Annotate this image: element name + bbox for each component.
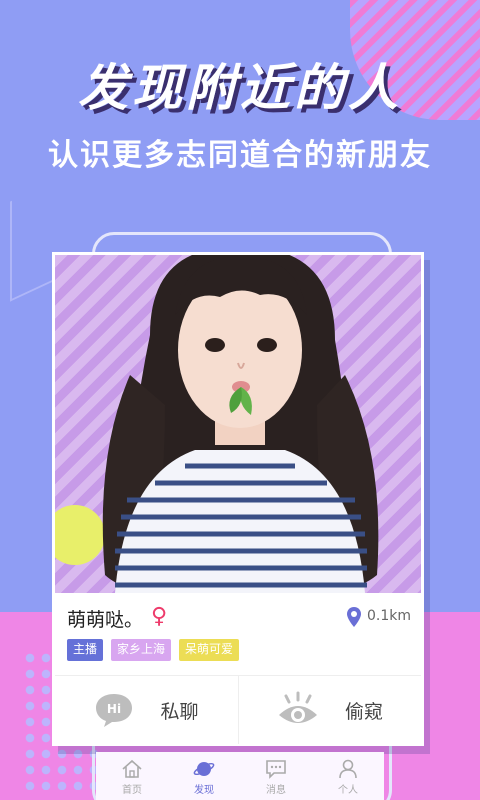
location-pin-icon [347, 607, 361, 627]
promo-subline: 认识更多志同道合的新朋友 [48, 138, 432, 173]
profile-info: 萌萌哒。 ♀ 0.1km [67, 603, 413, 633]
female-icon: ♀ [151, 604, 168, 629]
profile-card[interactable]: 萌萌哒。 ♀ 0.1km 主播 家乡上海 呆萌可爱 Hi 私聊 偷窥 [52, 252, 424, 746]
profile-name: 萌萌哒。 [67, 609, 144, 631]
peek-button[interactable]: 偷窥 [238, 676, 421, 744]
tab-discover[interactable]: 发现 [174, 759, 234, 796]
profile-photo[interactable] [55, 255, 421, 593]
tag-badge: 家乡上海 [111, 639, 172, 661]
promo-headline: 发现附近的人 [78, 59, 402, 117]
profile-tags: 主播 家乡上海 呆萌可爱 [67, 639, 240, 661]
planet-icon [193, 761, 215, 776]
eye-icon [278, 691, 317, 723]
profile-actions: Hi 私聊 偷窥 [55, 675, 421, 744]
tab-label: 首页 [122, 784, 142, 796]
message-icon [266, 759, 286, 779]
person-illustration [102, 255, 379, 593]
hi-chat-icon: Hi [96, 694, 133, 727]
home-icon [122, 759, 142, 778]
bottom-tab-bar: 首页 发现 消息 个人 [96, 752, 384, 800]
chat-label: 私聊 [160, 700, 199, 723]
tab-messages[interactable]: 消息 [246, 759, 306, 796]
peek-label: 偷窥 [344, 700, 383, 723]
tab-home[interactable]: 首页 [102, 759, 162, 796]
chat-button[interactable]: Hi 私聊 [55, 676, 238, 744]
promo-screen: 发现附近的人 认识更多志同道合的新朋友 萌萌哒。 ♀ 0.1km 主播 家乡上海… [0, 0, 480, 800]
person-icon [339, 759, 357, 778]
tab-label: 个人 [338, 784, 358, 796]
tab-label: 发现 [194, 784, 214, 796]
tab-label: 消息 [266, 784, 286, 796]
svg-text:Hi: Hi [107, 702, 121, 716]
tab-profile[interactable]: 个人 [318, 759, 378, 796]
profile-distance: 0.1km [366, 608, 411, 624]
tag-badge: 呆萌可爱 [179, 639, 240, 661]
tag-badge: 主播 [67, 639, 104, 661]
